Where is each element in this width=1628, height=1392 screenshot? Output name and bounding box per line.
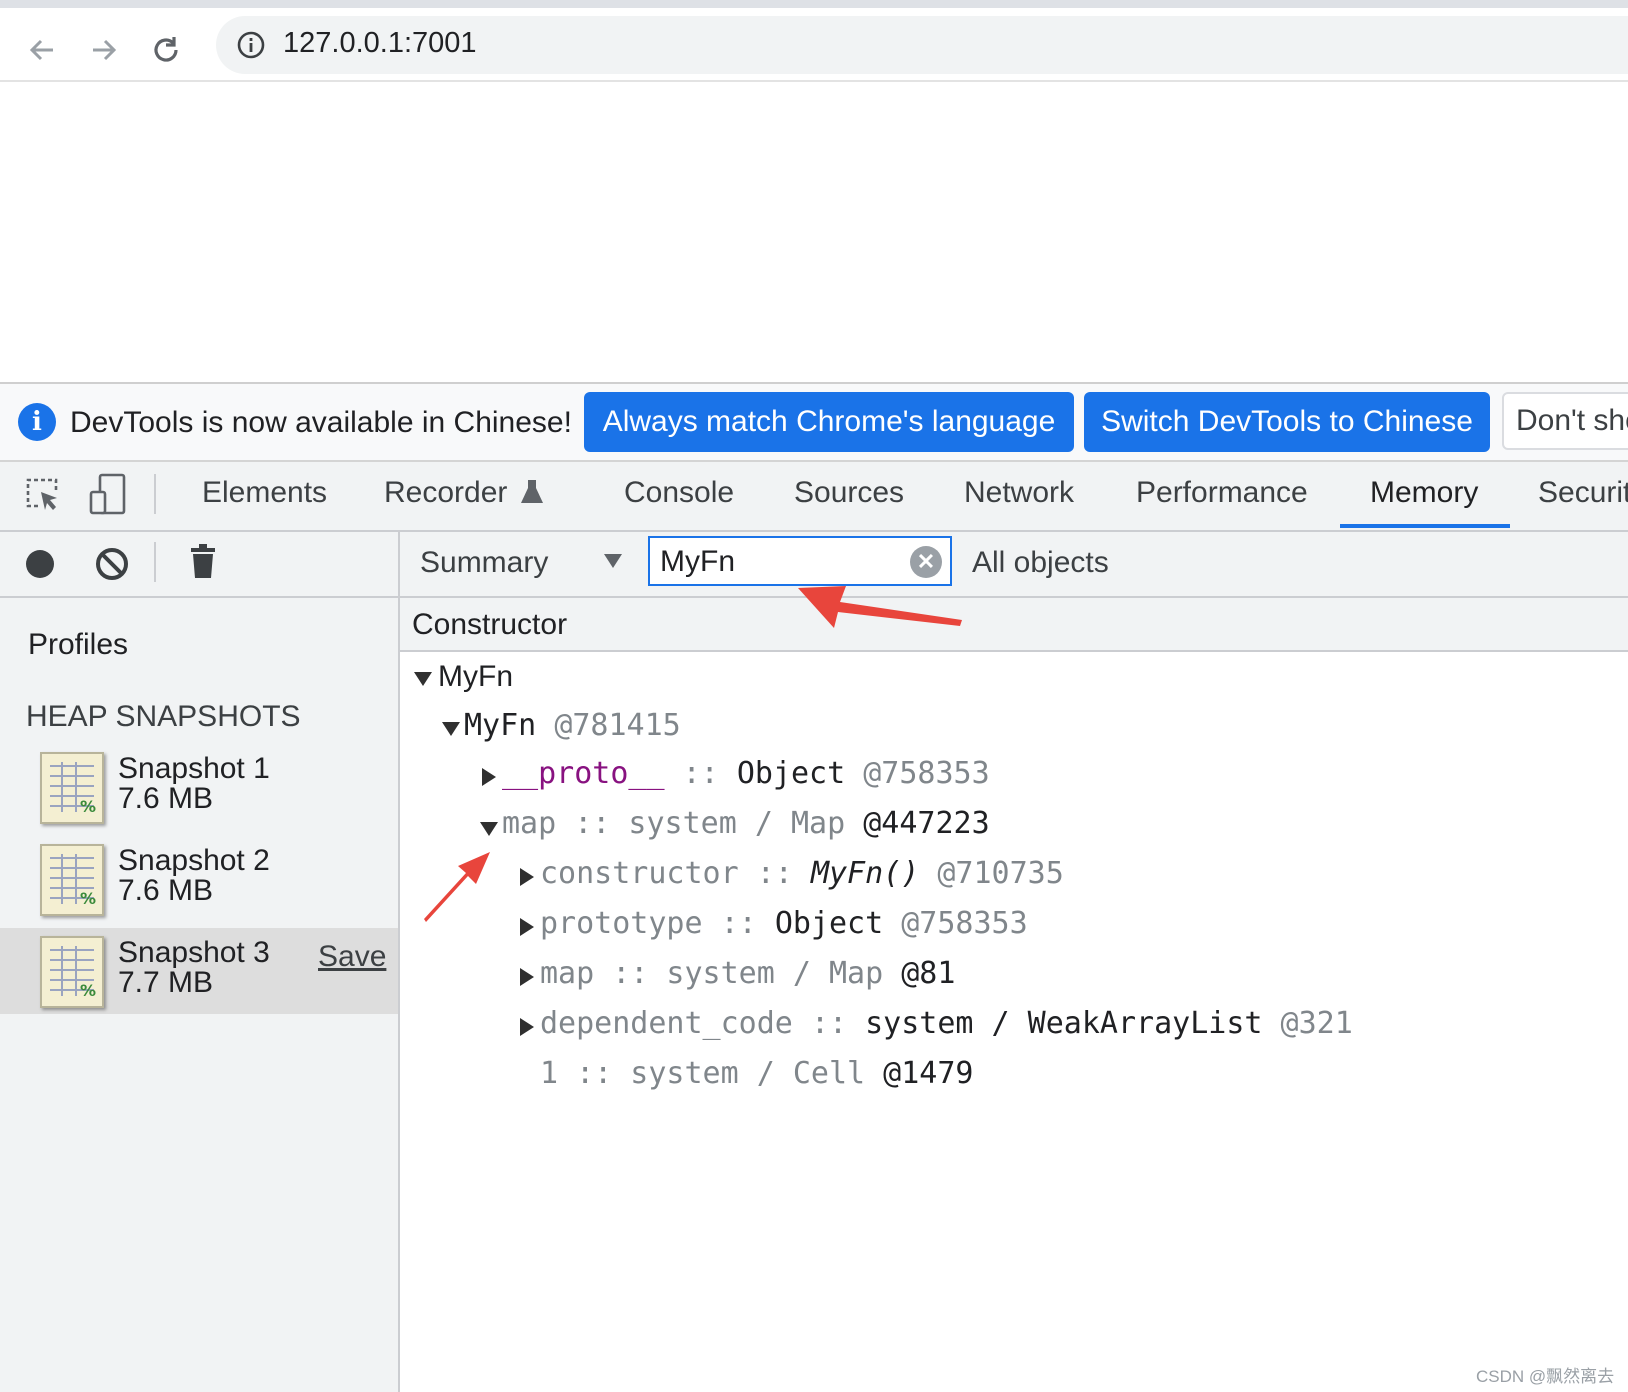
browser-toolbar <box>0 8 1628 82</box>
clear-all-icon[interactable] <box>94 546 130 582</box>
infobar-message: DevTools is now available in Chinese! <box>70 406 572 439</box>
view-select[interactable]: Summary <box>420 546 548 580</box>
url-text[interactable]: 127.0.0.1:7001 <box>283 27 477 60</box>
record-icon[interactable] <box>24 548 56 580</box>
tab-recorder[interactable]: Recorder <box>384 476 507 510</box>
sidebar-toolbar-divider <box>154 542 156 582</box>
tab-console[interactable]: Console <box>624 476 734 510</box>
tree-instance-node[interactable]: MyFn @781415 <box>464 708 681 743</box>
collapse-triangle-icon[interactable] <box>520 868 534 886</box>
tab-elements[interactable]: Elements <box>202 476 327 510</box>
window-top-strip <box>0 0 1628 8</box>
expand-triangle-icon[interactable] <box>442 722 460 736</box>
tab-memory[interactable]: Memory <box>1370 476 1478 510</box>
forward-arrow-icon <box>93 39 117 61</box>
active-tab-indicator <box>1340 524 1510 528</box>
collapse-triangle-icon[interactable] <box>520 968 534 986</box>
heap-snapshots-heading: HEAP SNAPSHOTS <box>26 700 301 733</box>
annotation-arrow-filter <box>798 586 962 628</box>
expand-triangle-icon[interactable] <box>480 822 498 836</box>
always-match-language-button[interactable]: Always match Chrome's language <box>584 392 1074 452</box>
svg-text:%: % <box>80 889 96 908</box>
reload-icon <box>154 37 178 62</box>
snapshot-size: 7.6 MB <box>118 874 214 907</box>
site-info-icon[interactable] <box>236 30 266 60</box>
profiles-heading: Profiles <box>28 628 129 661</box>
trash-icon[interactable] <box>190 544 216 580</box>
tree-constructor-node[interactable]: constructor :: MyFn() @710735 <box>540 856 1064 891</box>
table-header <box>400 598 1628 652</box>
tab-performance[interactable]: Performance <box>1136 476 1308 510</box>
back-arrow-icon <box>29 39 53 61</box>
forward-button[interactable] <box>84 30 124 70</box>
tree-inner-map-node[interactable]: map :: system / Map @81 <box>540 956 955 991</box>
heap-snapshot-icon: % <box>40 752 104 824</box>
page-viewport <box>0 82 1628 384</box>
flask-icon <box>521 480 543 503</box>
save-snapshot-link[interactable]: Save <box>318 940 386 974</box>
tab-security[interactable]: Security <box>1538 476 1628 510</box>
tab-sources[interactable]: Sources <box>794 476 904 510</box>
snapshot-name: Snapshot 3 <box>118 936 270 969</box>
objects-scope-select[interactable]: All objects <box>972 546 1109 580</box>
svg-text:%: % <box>80 981 96 1000</box>
tree-map-node[interactable]: map :: system / Map @447223 <box>502 806 990 841</box>
tree-root-node[interactable]: MyFn <box>438 660 513 694</box>
collapse-triangle-icon[interactable] <box>482 768 496 786</box>
collapse-triangle-icon[interactable] <box>520 1018 534 1036</box>
heap-snapshot-icon: % <box>40 936 104 1008</box>
collapse-triangle-icon[interactable] <box>520 918 534 936</box>
tree-proto-node[interactable]: __proto__ :: Object @758353 <box>502 756 990 791</box>
inspect-element-icon[interactable] <box>24 476 62 514</box>
tree-dependent-code-node[interactable]: dependent_code :: system / WeakArrayList… <box>540 1006 1353 1041</box>
snapshot-name: Snapshot 2 <box>118 844 270 877</box>
svg-text:%: % <box>80 797 96 816</box>
tree-prototype-node[interactable]: prototype :: Object @758353 <box>540 906 1028 941</box>
annotation-arrow-map <box>424 852 490 922</box>
switch-to-chinese-button[interactable]: Switch DevTools to Chinese <box>1084 392 1490 452</box>
tabbar-divider <box>154 474 156 514</box>
info-icon: i <box>18 403 56 441</box>
snapshot-size: 7.7 MB <box>118 966 214 999</box>
device-toolbar-icon[interactable] <box>88 472 128 516</box>
tab-network[interactable]: Network <box>964 476 1074 510</box>
tree-cell-node[interactable]: 1 :: system / Cell @1479 <box>540 1056 973 1091</box>
back-button[interactable] <box>22 30 62 70</box>
watermark: CSDN @飘然离去 <box>1476 1367 1615 1386</box>
dont-show-again-button[interactable]: Don't show again <box>1502 392 1628 450</box>
snapshot-name: Snapshot 1 <box>118 752 270 785</box>
expand-triangle-icon[interactable] <box>414 672 432 686</box>
reload-button[interactable] <box>146 30 186 70</box>
heap-snapshot-icon: % <box>40 844 104 916</box>
dropdown-arrow-icon[interactable] <box>604 554 622 568</box>
snapshot-size: 7.6 MB <box>118 782 214 815</box>
constructor-column-header[interactable]: Constructor <box>412 608 567 642</box>
